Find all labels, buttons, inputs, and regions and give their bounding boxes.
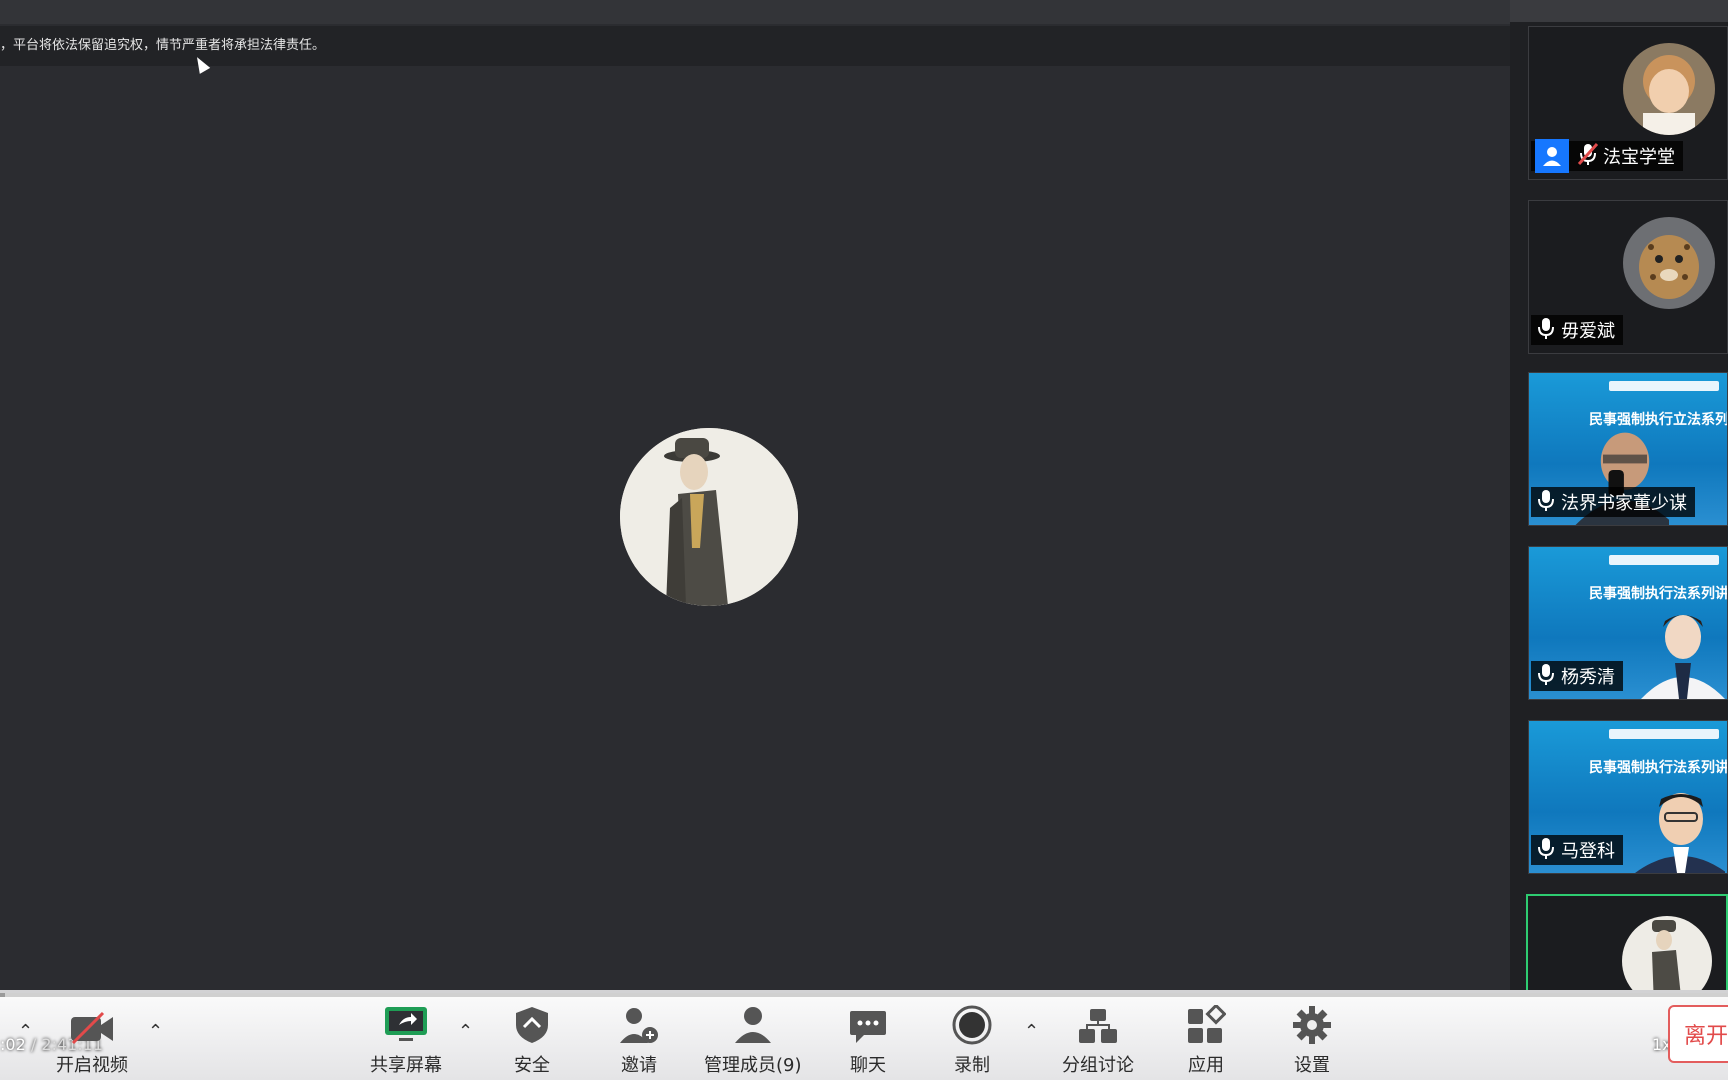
participant-sidebar: 法宝学堂 毋爱斌 民事强制执行立法系列讲 法界书家董少谋 民事强制执行法系列讲 … xyxy=(1510,0,1728,990)
start-video-button[interactable]: 开启视频 xyxy=(56,1001,128,1077)
participant-tile[interactable]: 民事强制执行法系列讲 马登科 xyxy=(1528,720,1728,874)
participant-tile-active[interactable] xyxy=(1526,894,1728,990)
participant-name-label: 杨秀清 xyxy=(1531,661,1623,691)
participant-name: 法界书家董少谋 xyxy=(1561,493,1687,514)
members-icon xyxy=(732,1001,774,1045)
bottom-toolbar: :02 / 2:41:11 ⌃ 开启视频 ⌃ 共享屏幕 ⌃ 安全 邀请 管理成员… xyxy=(0,990,1728,1080)
mic-icon xyxy=(1535,836,1557,865)
notice-text: ，平台将依法保留追究权，情节严重者将承担法律责任。 xyxy=(0,38,326,53)
child-avatar xyxy=(1623,43,1715,135)
invite-label: 邀请 xyxy=(621,1055,657,1076)
mic-icon xyxy=(1535,488,1557,517)
participant-name: 法宝学堂 xyxy=(1603,147,1675,168)
share-options-chevron-icon[interactable]: ⌃ xyxy=(458,1021,473,1042)
participant-name-label: 法宝学堂 xyxy=(1531,139,1683,173)
participant-name: 杨秀清 xyxy=(1561,667,1615,688)
shield-icon xyxy=(514,1001,550,1045)
gear-icon xyxy=(1292,1001,1332,1045)
participant-name: 马登科 xyxy=(1561,841,1615,862)
add-user-icon xyxy=(618,1001,660,1045)
breakout-rooms-label: 分组讨论 xyxy=(1062,1055,1134,1076)
main-video-stage: ，平台将依法保留追究权，情节严重者将承担法律责任。 xyxy=(0,0,1728,990)
sidebar-top-bar xyxy=(1510,0,1728,22)
settings-label: 设置 xyxy=(1294,1055,1330,1076)
chat-label: 聊天 xyxy=(850,1055,886,1076)
chevron-up-icon[interactable]: ⌃ xyxy=(18,1021,33,1042)
mic-icon xyxy=(1535,316,1557,345)
leave-meeting-button[interactable]: 离开 xyxy=(1668,1005,1728,1063)
breakout-rooms-button[interactable]: 分组讨论 xyxy=(1062,1001,1134,1077)
participant-name-label: 马登科 xyxy=(1531,835,1623,865)
settings-button[interactable]: 设置 xyxy=(1292,1001,1332,1077)
apps-icon xyxy=(1186,1001,1226,1045)
speaker-avatar xyxy=(620,428,798,606)
video-off-icon xyxy=(69,1001,115,1045)
person-video xyxy=(1641,615,1725,699)
breakout-rooms-icon xyxy=(1077,1001,1119,1045)
person-icon xyxy=(1535,139,1569,173)
playback-progress-fill xyxy=(0,993,6,997)
invite-button[interactable]: 邀请 xyxy=(618,1001,660,1077)
mic-muted-icon xyxy=(1577,142,1599,171)
participant-tile[interactable]: 民事强制执行立法系列讲 法界书家董少谋 xyxy=(1528,372,1728,526)
slide-header xyxy=(1609,381,1719,391)
record-button[interactable]: 录制 xyxy=(952,1001,992,1077)
security-button[interactable]: 安全 xyxy=(514,1001,550,1077)
self-avatar xyxy=(1622,916,1712,990)
participant-name: 毋爱斌 xyxy=(1561,321,1615,342)
participant-tile[interactable]: 毋爱斌 xyxy=(1528,200,1728,354)
notice-banner: ，平台将依法保留追究权，情节严重者将承担法律责任。 xyxy=(0,26,1510,66)
video-options-chevron-icon[interactable]: ⌃ xyxy=(148,1021,163,1042)
share-screen-icon xyxy=(383,1001,429,1045)
slide-header xyxy=(1609,555,1719,565)
record-options-chevron-icon[interactable]: ⌃ xyxy=(1024,1021,1039,1042)
manage-members-label: 管理成员(9) xyxy=(704,1055,802,1076)
top-strip xyxy=(0,0,1728,24)
apps-label: 应用 xyxy=(1188,1055,1224,1076)
chat-icon xyxy=(848,1001,888,1045)
security-label: 安全 xyxy=(514,1055,550,1076)
share-screen-label: 共享屏幕 xyxy=(370,1055,442,1076)
person-video xyxy=(1635,793,1725,873)
leopard-avatar xyxy=(1623,217,1715,309)
apps-button[interactable]: 应用 xyxy=(1186,1001,1226,1077)
participant-tile[interactable]: 民事强制执行法系列讲 杨秀清 xyxy=(1528,546,1728,700)
playback-progress-bar[interactable] xyxy=(0,993,1728,997)
participant-tile[interactable]: 法宝学堂 xyxy=(1528,26,1728,180)
record-icon xyxy=(952,1001,992,1045)
participant-name-label: 法界书家董少谋 xyxy=(1531,487,1695,517)
manage-members-button[interactable]: 管理成员(9) xyxy=(704,1001,802,1077)
record-label: 录制 xyxy=(954,1055,990,1076)
mic-icon xyxy=(1535,662,1557,691)
slide-header xyxy=(1609,729,1719,739)
chat-button[interactable]: 聊天 xyxy=(848,1001,888,1077)
start-video-label: 开启视频 xyxy=(56,1055,128,1076)
share-screen-button[interactable]: 共享屏幕 xyxy=(370,1001,442,1077)
participant-name-label: 毋爱斌 xyxy=(1531,315,1623,345)
